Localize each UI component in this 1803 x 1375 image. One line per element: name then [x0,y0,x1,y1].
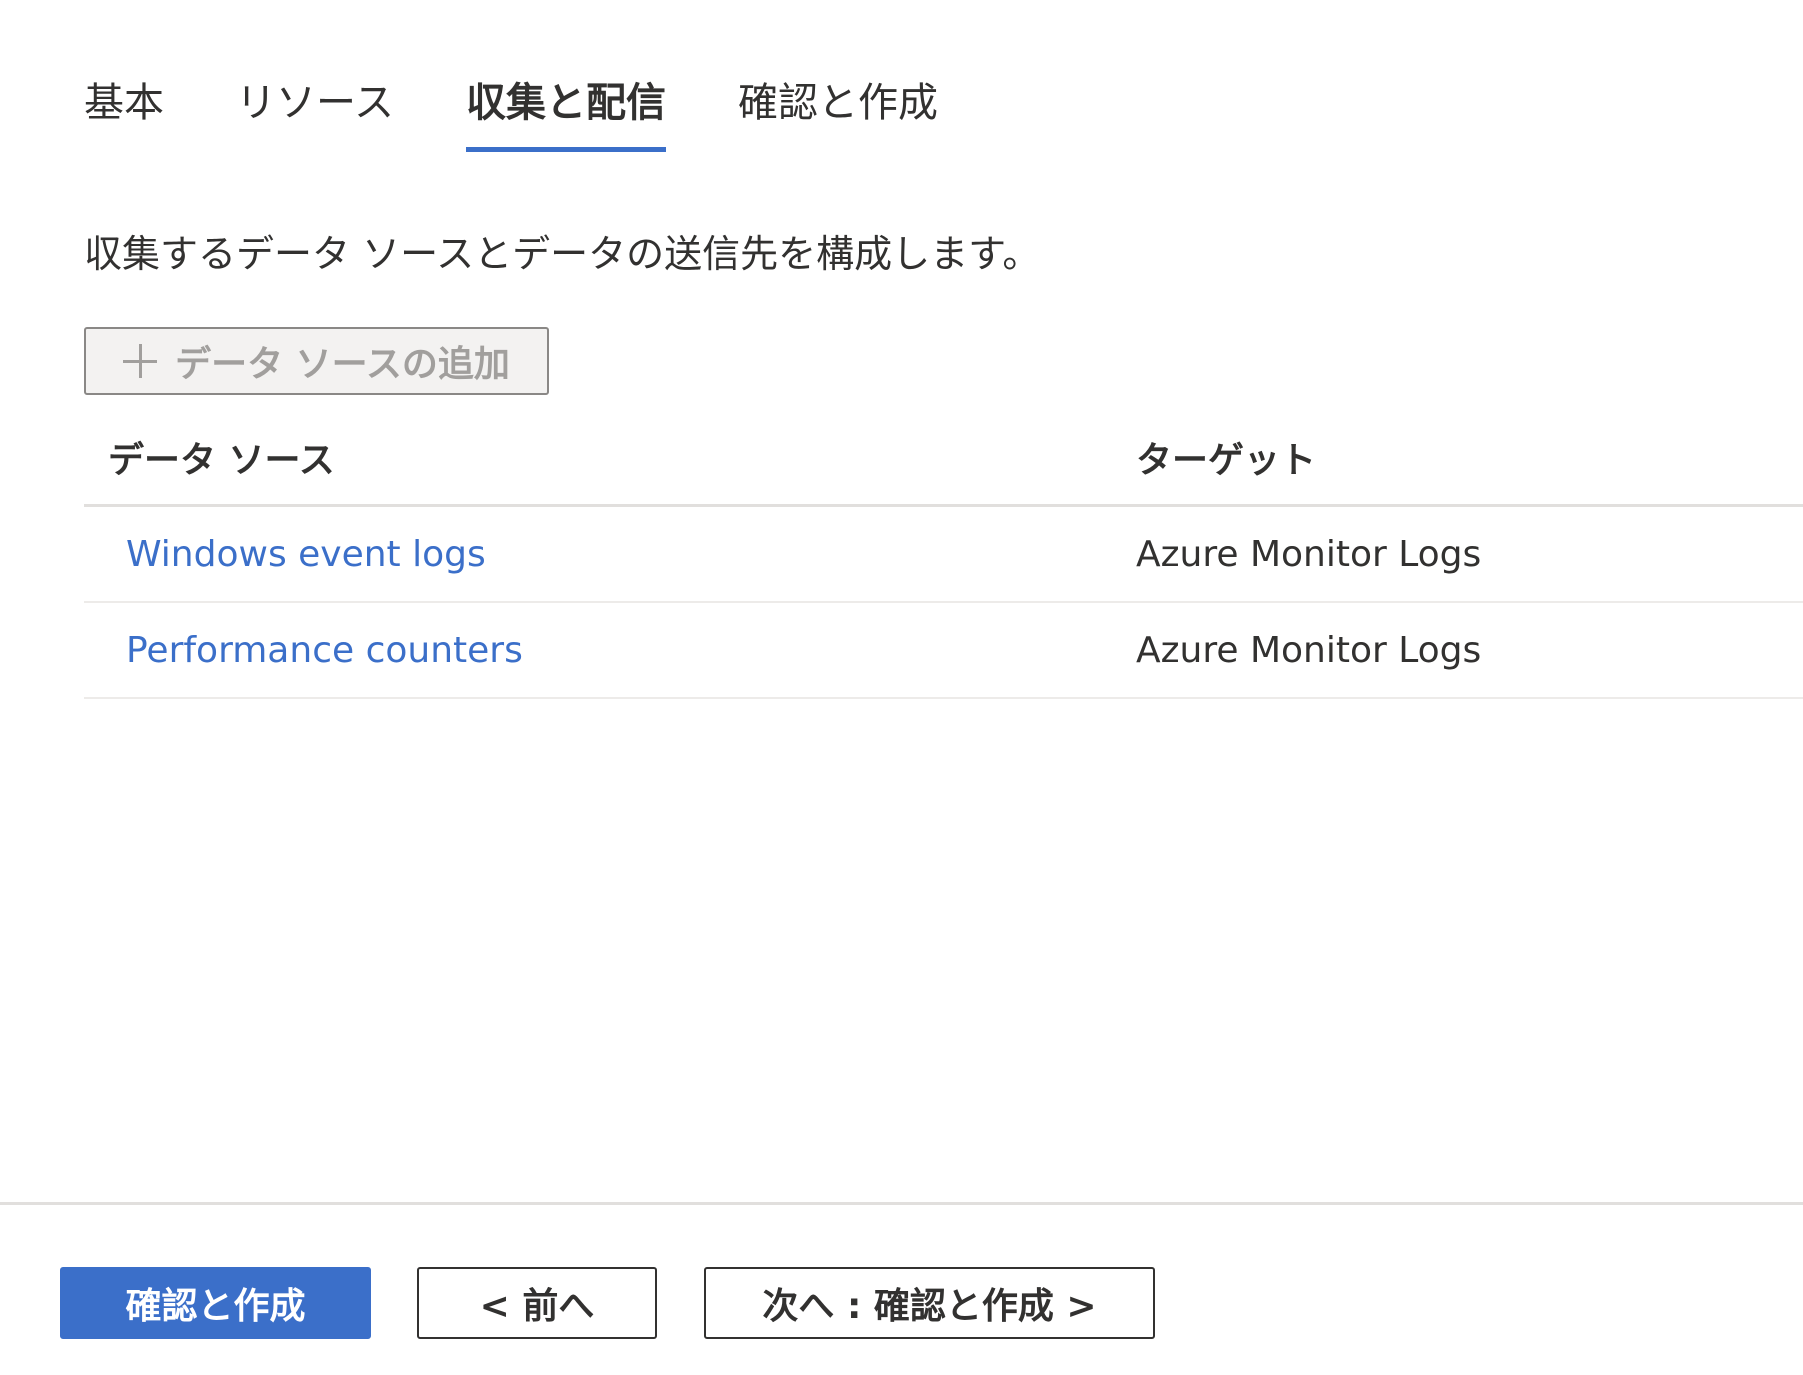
column-header-target[interactable]: ターゲット [1136,431,1803,483]
next-review-create-button[interactable]: 次へ : 確認と作成 > [704,1267,1155,1339]
table-header: データ ソース ターゲット [84,410,1803,507]
footer-divider [0,1202,1803,1205]
table-row: Performance counters Azure Monitor Logs [84,603,1803,699]
data-source-cell: Windows event logs [84,534,1136,575]
target-cell: Azure Monitor Logs [1136,630,1803,671]
add-data-source-label: データ ソースの追加 [175,344,510,385]
target-text: Azure Monitor Logs [1136,533,1482,575]
table-row: Windows event logs Azure Monitor Logs [84,507,1803,603]
tab-review-and-create[interactable]: 確認と作成 [738,76,938,152]
data-source-link-performance-counters[interactable]: Performance counters [126,630,523,671]
tab-collect-and-deliver[interactable]: 収集と配信 [466,76,666,152]
target-text: Azure Monitor Logs [1136,629,1482,671]
data-source-link-windows-event-logs[interactable]: Windows event logs [126,534,486,575]
data-sources-table: データ ソース ターゲット Windows event logs Azure M… [84,410,1803,699]
target-cell: Azure Monitor Logs [1136,534,1803,575]
wizard-tabs: 基本 リソース 収集と配信 確認と作成 [84,76,1010,152]
add-data-source-button[interactable]: データ ソースの追加 [84,327,549,395]
plus-icon [123,344,158,378]
review-create-button[interactable]: 確認と作成 [60,1267,371,1339]
column-header-data-source[interactable]: データ ソース [84,431,1136,483]
tab-basics[interactable]: 基本 [84,76,164,152]
data-source-cell: Performance counters [84,630,1136,671]
tab-resources[interactable]: リソース [236,76,394,152]
previous-button[interactable]: < 前へ [417,1267,657,1339]
page-description: 収集するデータ ソースとデータの送信先を構成します。 [84,232,1041,276]
